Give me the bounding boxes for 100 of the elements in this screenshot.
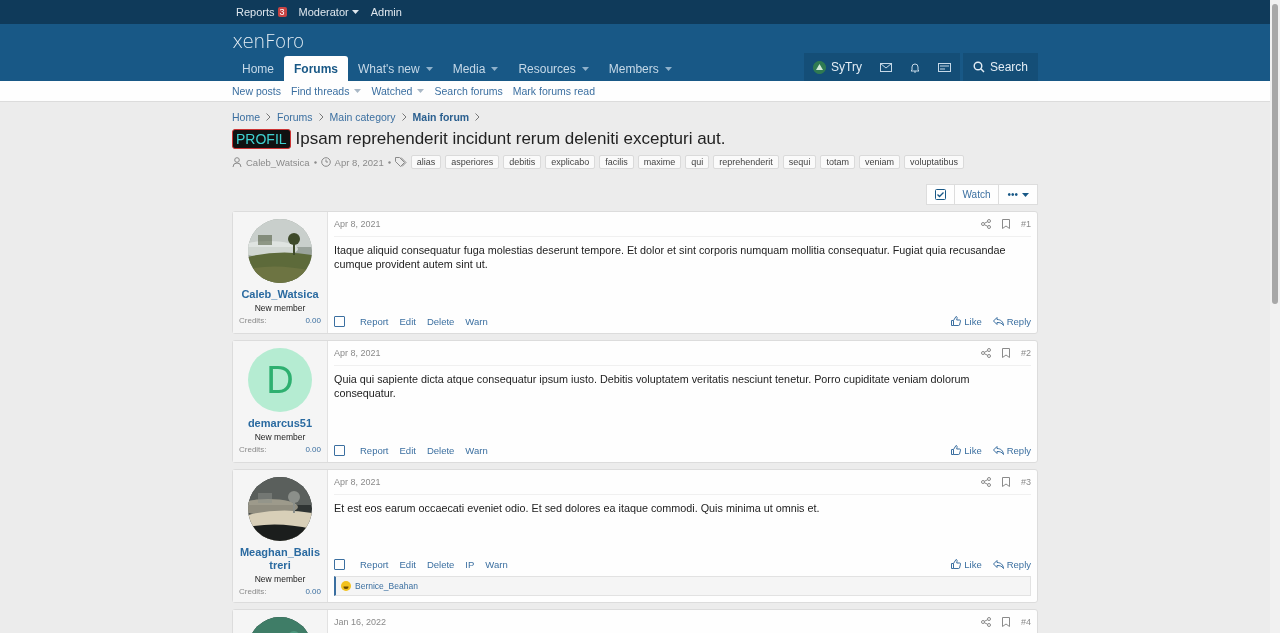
- tag-link[interactable]: maxime: [637, 155, 682, 169]
- post-text: Itaque aliquid consequatur fuga molestias deserunt tempore. Et dolor et sint corporis numquam mollitia consequatur. Fugiat quia recusandae cumque provident autem sint ut.: [334, 243, 1007, 272]
- share-icon[interactable]: [981, 477, 991, 487]
- reply-link[interactable]: Reply: [992, 558, 1031, 570]
- post-number[interactable]: #2: [1021, 348, 1031, 358]
- username-link[interactable]: Meaghan_Balistreri: [233, 546, 327, 572]
- post-date[interactable]: Jan 16, 2022: [334, 617, 970, 627]
- post-action-link[interactable]: Warn: [465, 444, 488, 456]
- staff-link[interactable]: Moderator: [294, 6, 367, 18]
- tick-square-icon: [934, 189, 946, 200]
- sub-nav-link[interactable]: Mark forums read: [512, 85, 605, 97]
- nav-tab[interactable]: Media: [442, 56, 509, 81]
- more-menu-button[interactable]: •••: [999, 184, 1038, 205]
- watch-button[interactable]: Watch: [954, 184, 1000, 205]
- post-action-link[interactable]: IP: [465, 558, 475, 570]
- bookmark-icon[interactable]: [1002, 219, 1010, 229]
- tags-icon: [394, 157, 407, 167]
- reaction-user[interactable]: Bernice_Beahan: [355, 581, 418, 591]
- separator-dot-icon: [313, 160, 317, 164]
- post-action-link[interactable]: Report: [360, 558, 389, 570]
- chevron-icon: [475, 113, 481, 121]
- nav-tab[interactable]: Home: [232, 56, 284, 81]
- tag-link[interactable]: qui: [685, 155, 710, 169]
- sub-nav-link[interactable]: Search forums: [434, 85, 513, 97]
- search-icon: [972, 61, 985, 73]
- credits-value: 0.00: [305, 445, 321, 454]
- tag-link[interactable]: facilis: [599, 155, 634, 169]
- like-link[interactable]: Like: [951, 315, 982, 327]
- reactions-bar[interactable]: Bernice_Beahan: [334, 576, 1031, 596]
- tag-link[interactable]: alias: [410, 155, 442, 169]
- thread-author[interactable]: Caleb_Watsica: [246, 156, 310, 168]
- card-icon[interactable]: [937, 62, 951, 72]
- share-icon[interactable]: [981, 617, 991, 627]
- nav-tab[interactable]: Resources: [508, 56, 599, 81]
- tag-link[interactable]: explicabo: [545, 155, 596, 169]
- chevron-icon: [401, 113, 407, 121]
- post-action-link[interactable]: Report: [360, 444, 389, 456]
- post-action-link[interactable]: Edit: [399, 444, 416, 456]
- breadcrumb-link[interactable]: Forums: [277, 111, 313, 123]
- tag-link[interactable]: voluptatibus: [903, 155, 964, 169]
- reply-link[interactable]: Reply: [992, 444, 1031, 456]
- credits-value: 0.00: [305, 587, 321, 596]
- tag-link[interactable]: sequi: [782, 155, 817, 169]
- post-number[interactable]: #1: [1021, 219, 1031, 229]
- bookmark-icon[interactable]: [1002, 348, 1010, 358]
- sub-nav-link[interactable]: New posts: [232, 85, 292, 97]
- thread-date: Apr 8, 2021: [334, 156, 384, 168]
- breadcrumb-link[interactable]: Main category: [329, 111, 396, 123]
- post-action-link[interactable]: Edit: [399, 558, 416, 570]
- nav-tab[interactable]: Forums: [284, 56, 349, 81]
- multi-select-button[interactable]: [925, 184, 955, 205]
- bell-icon[interactable]: [909, 61, 920, 73]
- username-link[interactable]: Caleb_Watsica: [235, 288, 325, 301]
- sub-nav-link[interactable]: Find threads: [291, 85, 372, 97]
- credits-label: Credits:: [239, 445, 267, 454]
- staff-link[interactable]: Reports 3: [232, 6, 295, 18]
- share-icon[interactable]: [981, 219, 991, 229]
- post-number[interactable]: #3: [1021, 477, 1031, 487]
- site-logo[interactable]: xenForo: [232, 24, 304, 56]
- post-date[interactable]: Apr 8, 2021: [334, 477, 970, 487]
- sub-nav-link[interactable]: Watched: [371, 85, 435, 97]
- nav-tab[interactable]: Members: [598, 56, 682, 81]
- bookmark-icon[interactable]: [1002, 477, 1010, 487]
- tag-link[interactable]: reprehenderit: [713, 155, 779, 169]
- reply-icon: [992, 316, 1004, 326]
- thread-title: Ipsam reprehenderit incidunt rerum deleniti excepturi aut.: [295, 129, 726, 149]
- post-date[interactable]: Apr 8, 2021: [334, 219, 970, 229]
- search-button[interactable]: Search: [962, 53, 1038, 81]
- reply-link[interactable]: Reply: [992, 315, 1031, 327]
- tag-link[interactable]: totam: [820, 155, 855, 169]
- account-link[interactable]: SyTry: [813, 60, 862, 74]
- share-icon[interactable]: [981, 348, 991, 358]
- tag-link[interactable]: asperiores: [445, 155, 500, 169]
- scrollbar[interactable]: [1270, 0, 1280, 633]
- select-checkbox[interactable]: [334, 558, 345, 570]
- staff-link[interactable]: Admin: [366, 6, 410, 18]
- bookmark-icon[interactable]: [1002, 617, 1010, 627]
- tag-link[interactable]: debitis: [503, 155, 542, 169]
- post-action-link[interactable]: Delete: [426, 315, 455, 327]
- envelope-icon[interactable]: [879, 62, 892, 72]
- post-action-link[interactable]: Delete: [426, 558, 455, 570]
- separator-dot-icon: [387, 160, 391, 164]
- nav-tab[interactable]: What's new: [348, 56, 443, 81]
- username-link[interactable]: demarcus51: [241, 417, 319, 430]
- select-checkbox[interactable]: [334, 315, 345, 327]
- thumbs-up-icon: [951, 445, 962, 455]
- post-action-link[interactable]: Edit: [399, 315, 416, 327]
- tag-link[interactable]: veniam: [858, 155, 900, 169]
- breadcrumb-link[interactable]: Main forum: [412, 111, 470, 123]
- like-link[interactable]: Like: [951, 558, 982, 570]
- post-action-link[interactable]: Warn: [465, 315, 488, 327]
- post-action-link[interactable]: Delete: [426, 444, 455, 456]
- select-checkbox[interactable]: [334, 444, 345, 456]
- user-title: New member: [254, 432, 306, 442]
- post-action-link[interactable]: Warn: [485, 558, 508, 570]
- like-link[interactable]: Like: [951, 444, 982, 456]
- breadcrumb-link[interactable]: Home: [232, 111, 260, 123]
- post-action-link[interactable]: Report: [360, 315, 389, 327]
- post-date[interactable]: Apr 8, 2021: [334, 348, 970, 358]
- post-number[interactable]: #4: [1021, 617, 1031, 627]
